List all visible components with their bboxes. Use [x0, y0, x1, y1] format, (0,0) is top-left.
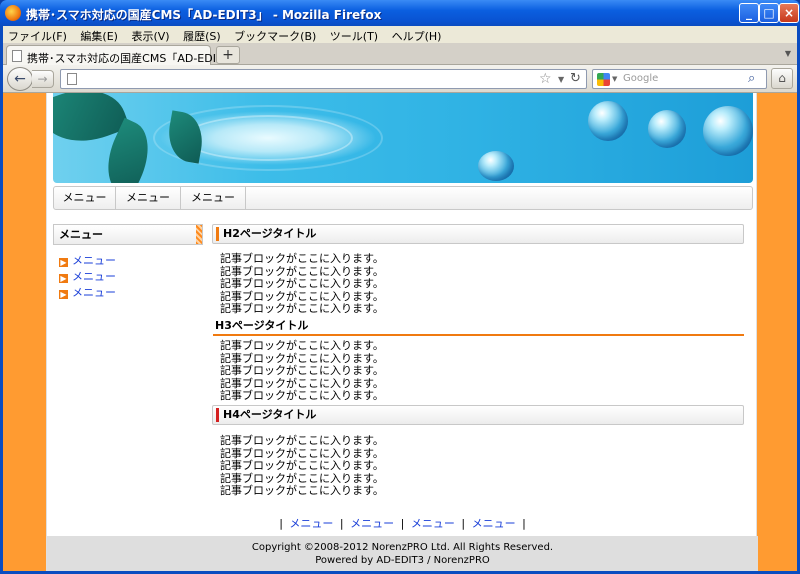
global-nav: メニュー メニュー メニュー: [53, 186, 753, 210]
page-footer: Copyright ©2008-2012 NorenzPRO Ltd. All …: [47, 536, 758, 571]
article-block: 記事ブロックがここに入ります。 記事ブロックがここに入ります。 記事ブロックがこ…: [220, 434, 384, 498]
powered-by-text: Powered by AD-EDIT3 / NorenzPRO: [315, 555, 490, 566]
tab-title: 携帯･スマホ対応の国産CMS「AD-EDIT3」: [27, 52, 241, 65]
heading-bar: [216, 408, 219, 422]
menu-tools[interactable]: ツール(T): [325, 26, 383, 44]
article-line: 記事ブロックがここに入ります。: [220, 484, 384, 497]
footer-nav-separator: |: [279, 517, 283, 530]
h3-heading: H3ページタイトル: [213, 318, 744, 336]
article-line: 記事ブロックがここに入ります。: [220, 364, 384, 377]
sidebar-item[interactable]: ▶ メニュー: [59, 253, 116, 269]
article-block: 記事ブロックがここに入ります。 記事ブロックがここに入ります。 記事ブロックがこ…: [220, 252, 384, 316]
google-icon[interactable]: [597, 73, 610, 86]
url-history-dropdown-icon[interactable]: ▼: [558, 75, 564, 84]
arrow-right-icon: ▶: [59, 258, 68, 267]
arrow-right-icon: ▶: [59, 290, 68, 299]
copyright-text: Copyright ©2008-2012 NorenzPRO Ltd. All …: [251, 542, 554, 553]
window-title: 携帯･スマホ対応の国産CMS「AD-EDIT3」 - Mozilla Firef…: [26, 8, 382, 22]
menu-file[interactable]: ファイル(F): [3, 26, 72, 44]
sidebar-heading-label: メニュー: [59, 228, 103, 241]
tab-bar: 携帯･スマホ対応の国産CMS「AD-EDIT3」 + ▼: [3, 43, 797, 65]
page-column: メニュー メニュー メニュー メニュー ▶ メニュー ▶ メニュー ▶ メニュー H2…: [46, 93, 758, 571]
menu-view[interactable]: 表示(V): [126, 26, 174, 44]
minimize-button[interactable]: _: [739, 3, 759, 23]
menu-bookmarks[interactable]: ブックマーク(B): [229, 26, 321, 44]
menubar: ファイル(F) 編集(E) 表示(V) 履歴(S) ブックマーク(B) ツール(…: [3, 26, 797, 43]
new-tab-button[interactable]: +: [216, 46, 240, 64]
maximize-button[interactable]: □: [759, 3, 779, 23]
stripe-decoration: [196, 225, 202, 244]
forward-button[interactable]: →: [32, 70, 54, 88]
sidebar-item[interactable]: ▶ メニュー: [59, 285, 116, 301]
sidebar-item-link[interactable]: メニュー: [72, 254, 116, 267]
sidebar-heading: メニュー: [53, 224, 203, 245]
sidebar-item-link[interactable]: メニュー: [72, 270, 116, 283]
tab-list-dropdown-icon[interactable]: ▼: [785, 49, 791, 58]
bookmark-star-icon[interactable]: ☆: [539, 71, 552, 87]
browser-frame: ファイル(F) 編集(E) 表示(V) 履歴(S) ブックマーク(B) ツール(…: [0, 26, 800, 574]
footer-nav-link[interactable]: メニュー: [411, 517, 455, 530]
article-line: 記事ブロックがここに入ります。: [220, 389, 384, 402]
sidebar-item-link[interactable]: メニュー: [72, 286, 116, 299]
url-bar[interactable]: ☆ ▼ ↻: [60, 69, 587, 89]
firefox-icon: [5, 5, 21, 21]
reload-icon[interactable]: ↻: [570, 71, 581, 86]
article-line: 記事ブロックがここに入ります。: [220, 252, 384, 265]
article-line: 記事ブロックがここに入ります。: [220, 277, 384, 290]
water-drop-decoration: [588, 101, 628, 141]
water-drop-decoration: [703, 106, 753, 156]
footer-nav-link[interactable]: メニュー: [472, 517, 516, 530]
water-drop-decoration: [648, 110, 686, 148]
search-placeholder: Google: [623, 73, 659, 84]
menu-history[interactable]: 履歴(S): [178, 26, 226, 44]
browser-tab[interactable]: 携帯･スマホ対応の国産CMS「AD-EDIT3」: [6, 45, 241, 65]
page-viewport: メニュー メニュー メニュー メニュー ▶ メニュー ▶ メニュー ▶ メニュー H2…: [3, 93, 797, 571]
heading-bar: [216, 227, 219, 241]
footer-nav-link[interactable]: メニュー: [350, 517, 394, 530]
arrow-right-icon: ▶: [59, 274, 68, 283]
menu-edit[interactable]: 編集(E): [75, 26, 123, 44]
gnav-item[interactable]: メニュー: [116, 187, 181, 209]
footer-nav-separator: |: [522, 517, 526, 530]
header-banner: [53, 93, 753, 183]
h4-heading-text: H4ページタイトル: [223, 408, 317, 421]
footer-nav-separator: |: [461, 517, 466, 530]
footer-nav: | メニュー | メニュー | メニュー | メニュー |: [47, 515, 758, 531]
footer-nav-link[interactable]: メニュー: [289, 517, 333, 530]
article-line: 記事ブロックがここに入ります。: [220, 459, 384, 472]
gnav-item[interactable]: メニュー: [54, 187, 116, 209]
article-block: 記事ブロックがここに入ります。 記事ブロックがここに入ります。 記事ブロックがこ…: [220, 339, 384, 403]
h2-heading-text: H2ページタイトル: [223, 227, 317, 240]
page-icon: [12, 50, 22, 62]
home-button[interactable]: ⌂: [771, 68, 793, 89]
search-engine-dropdown-icon[interactable]: ▼: [612, 75, 617, 83]
article-line: 記事ブロックがここに入ります。: [220, 302, 384, 315]
search-bar[interactable]: ▼ Google ⌕: [592, 69, 767, 89]
navigation-toolbar: ← → ☆ ▼ ↻ ▼ Google ⌕ ⌂: [3, 65, 797, 93]
h2-heading: H2ページタイトル: [212, 224, 744, 244]
back-button[interactable]: ←: [7, 67, 33, 91]
article-line: 記事ブロックがここに入ります。: [220, 339, 384, 352]
sidebar-list: ▶ メニュー ▶ メニュー ▶ メニュー: [59, 253, 116, 301]
footer-nav-separator: |: [339, 517, 344, 530]
menu-help[interactable]: ヘルプ(H): [387, 26, 447, 44]
close-window-button[interactable]: ×: [779, 3, 799, 23]
search-icon[interactable]: ⌕: [748, 71, 755, 86]
article-line: 記事ブロックがここに入ります。: [220, 434, 384, 447]
footer-nav-separator: |: [400, 517, 405, 530]
site-identity-icon: [67, 73, 77, 85]
water-drop-decoration: [478, 151, 514, 181]
sidebar-item[interactable]: ▶ メニュー: [59, 269, 116, 285]
h4-heading: H4ページタイトル: [212, 405, 744, 425]
gnav-item[interactable]: メニュー: [181, 187, 246, 209]
window-titlebar: 携帯･スマホ対応の国産CMS「AD-EDIT3」 - Mozilla Firef…: [0, 0, 800, 26]
